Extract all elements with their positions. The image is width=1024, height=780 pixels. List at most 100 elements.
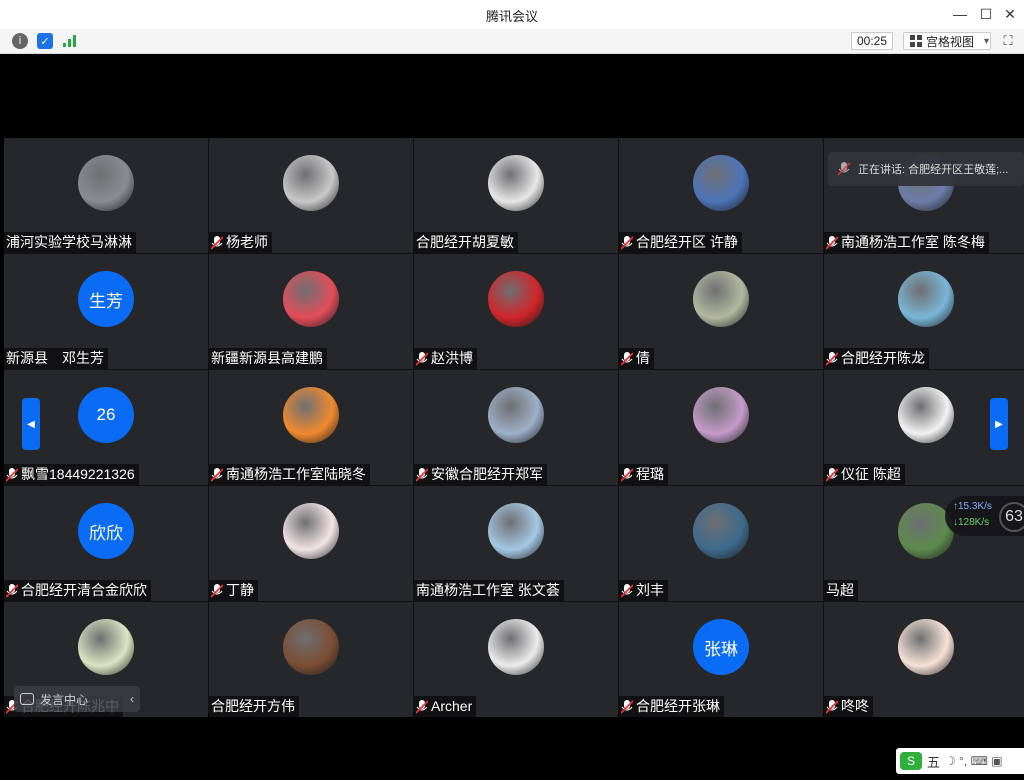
participant-nameplate: 浦河实验学校马淋淋 [4,232,136,253]
participant-tile[interactable]: 欣欣合肥经开清合金欣欣 [4,486,208,601]
participant-nameplate: Archer [414,696,477,717]
view-mode-button[interactable]: 宫格视图 ▾ [903,32,991,50]
window-title: 腾讯会议 [485,9,538,24]
participant-tile[interactable]: 倩 [619,254,823,369]
fullscreen-icon[interactable]: ⛶ [1000,33,1016,49]
participant-tile[interactable]: 生芳新源县 邓生芳 [4,254,208,369]
participant-nameplate: 赵洪博 [414,348,477,369]
avatar [283,271,339,327]
participant-nameplate: 仪征 陈超 [824,464,905,485]
ime-mode-label: 五 [927,754,941,770]
signal-icon[interactable] [62,33,78,49]
chat-pill[interactable]: 发言中心 ‹ [14,686,140,712]
participant-tile[interactable]: Archer [414,602,618,717]
participant-tile[interactable]: 安徽合肥经开郑军 [414,370,618,485]
participant-nameplate: 丁静 [209,580,258,601]
participant-nameplate: 合肥经开清合金欣欣 [4,580,151,601]
participant-nameplate: 合肥经开张琳 [619,696,724,717]
avatar [898,387,954,443]
participant-name: 杨老师 [226,234,268,250]
participant-nameplate: 马超 [824,580,858,601]
participant-name: 马超 [826,582,854,598]
ime-logo-icon: S [900,752,922,770]
grid-icon [910,35,922,47]
participant-name: 新源县 邓生芳 [6,350,104,366]
participant-name: 南通杨浩工作室 张文荟 [416,582,560,598]
mic-muted-icon [6,467,18,482]
participant-nameplate: 南通杨浩工作室 张文荟 [414,580,564,601]
participant-tile[interactable]: 合肥经开区 许静 [619,138,823,253]
avatar: 26 [78,387,134,443]
mic-muted-icon [6,583,18,598]
ime-extra-icons: ☽ °, ⌨ ▣ [945,754,1003,768]
avatar [78,619,134,675]
mic-muted-icon [826,467,838,482]
participant-nameplate: 南通杨浩工作室陆晓冬 [209,464,370,485]
participant-name: 程璐 [636,466,664,482]
mic-muted-icon [416,351,428,366]
participant-tile[interactable]: 南通杨浩工作室 张文荟 [414,486,618,601]
previous-page-button[interactable]: ◀ [22,398,40,450]
participant-tile[interactable]: 咚咚 [824,602,1024,717]
participant-name: 南通杨浩工作室 陈冬梅 [841,234,985,250]
avatar-initials: 生芳 [89,291,123,311]
avatar [898,271,954,327]
next-page-button[interactable]: ▶ [990,398,1008,450]
mic-muted-icon [211,583,223,598]
participant-tile[interactable]: 赵洪博 [414,254,618,369]
info-icon[interactable]: i [12,33,28,49]
participant-name: 合肥经开陈龙 [841,350,925,366]
participant-nameplate: 刘丰 [619,580,668,601]
participant-tile[interactable]: 新疆新源县高建鹏 [209,254,413,369]
participant-name: 合肥经开方伟 [211,698,295,714]
participant-nameplate: 新疆新源县高建鹏 [209,348,327,369]
avatar [488,271,544,327]
participant-tile[interactable]: 浦河实验学校马淋淋 [4,138,208,253]
mic-muted-icon [826,699,838,714]
participant-tile[interactable]: 杨老师 [209,138,413,253]
avatar-initials: 张琳 [704,639,738,659]
mic-muted-icon [211,235,223,250]
participant-name: 南通杨浩工作室陆晓冬 [226,466,366,482]
participant-tile[interactable]: 南通杨浩工作室陆晓冬 [209,370,413,485]
participant-name: 倩 [636,350,650,366]
participant-tile[interactable]: 合肥经开胡夏敏 [414,138,618,253]
participant-tile[interactable]: 程璐 [619,370,823,485]
maximize-button[interactable]: ☐ [976,4,996,24]
participant-tile[interactable]: 合肥经开方伟 [209,602,413,717]
avatar [283,387,339,443]
avatar [898,619,954,675]
participant-name: Archer [431,698,473,714]
cpu-usage: 63 [999,502,1024,532]
avatar-initials: 欣欣 [89,523,123,543]
participant-nameplate: 新源县 邓生芳 [4,348,108,369]
participant-tile[interactable]: 合肥经开陈龙 [824,254,1024,369]
participant-nameplate: 安徽合肥经开郑军 [414,464,547,485]
minimize-button[interactable]: — [950,4,970,24]
participant-nameplate: 咚咚 [824,696,873,717]
close-button[interactable]: ✕ [1000,4,1020,24]
title-bar: 腾讯会议 — ☐ ✕ [0,0,1024,29]
participant-name: 丁静 [226,582,254,598]
meeting-timer: 00:25 [851,32,893,50]
participant-nameplate: 飘雪18449221326 [4,464,139,485]
participant-tile[interactable]: 刘丰 [619,486,823,601]
avatar: 欣欣 [78,503,134,559]
mic-muted-icon [416,699,428,714]
participant-nameplate: 南通杨浩工作室 陈冬梅 [824,232,989,253]
avatar [283,619,339,675]
shield-icon[interactable]: ✓ [37,33,53,49]
chevron-left-icon: ‹ [130,692,134,706]
participant-name: 仪征 陈超 [841,466,901,482]
avatar [693,503,749,559]
participant-tile[interactable]: 丁静 [209,486,413,601]
participant-name: 咚咚 [841,698,869,714]
participant-nameplate: 杨老师 [209,232,272,253]
mic-muted-icon [621,583,633,598]
participant-nameplate: 合肥经开胡夏敏 [414,232,518,253]
participant-tile[interactable]: 张琳合肥经开张琳 [619,602,823,717]
mic-muted-icon [211,467,223,482]
ime-toolbar[interactable]: S 五 ☽ °, ⌨ ▣ [896,748,1024,774]
participant-nameplate: 合肥经开陈龙 [824,348,929,369]
avatar [488,155,544,211]
